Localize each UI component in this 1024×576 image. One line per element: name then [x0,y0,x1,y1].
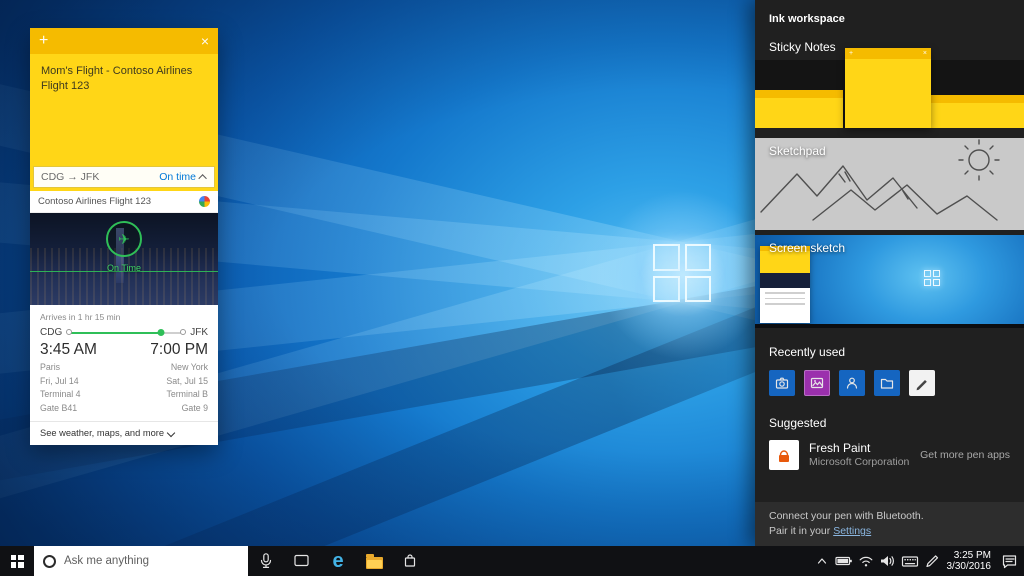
edge-glyph: e [332,551,343,571]
flight-photo: ✈ On Time [30,213,218,305]
chevron-down-icon [167,429,175,437]
mini-windows-logo [924,270,940,286]
sticky-notes-preview[interactable]: +× [755,60,1024,128]
add-note-button[interactable]: + [39,33,48,49]
camera-app-icon[interactable] [769,370,795,396]
sticky-note-window: + × Mom's Flight - Contoso Airlines Flig… [30,28,218,445]
city-row: ParisNew York [30,361,218,375]
mini-taskbar [755,324,1024,328]
arrival-countdown: Arrives in 1 hr 15 min [30,312,218,325]
mini-sticky-note [760,246,810,323]
note-text-line-1: Mom's Flight - Contoso Airlines [41,64,207,79]
suggested-app-publisher: Microsoft Corporation [809,456,909,469]
note-text-line-2: Flight 123 [41,79,207,94]
store-icon[interactable] [392,546,428,576]
flight-progress-track [68,332,184,334]
gate-row: Gate B41Gate 9 [30,402,218,416]
pen-pairing-tip: Connect your pen with Bluetooth. Pair it… [755,502,1024,546]
suggested-app-name: Fresh Paint [809,441,909,456]
plane-status-icon: ✈ [106,221,142,257]
settings-link[interactable]: Settings [833,525,871,537]
close-note-button[interactable]: × [201,33,209,49]
preview-note-left [755,90,843,128]
sticky-note-titlebar: + × [30,28,218,54]
flight-times-row: 3:45 AM 7:00 PM [30,338,218,361]
pen-tip-line-2: Pair it in your Settings [769,524,1010,539]
preview-note-right [930,95,1024,128]
flight-card-header: Contoso Airlines Flight 123 [30,191,218,213]
origin-code: CDG [40,327,62,338]
battery-icon[interactable] [833,546,855,576]
taskbar: Ask me anything e [0,546,1024,576]
flight-insight-wrap: CDG → JFK On time [30,166,218,191]
people-app-icon[interactable] [839,370,865,396]
cortana-icon [43,555,56,568]
flight-insight-bar[interactable]: CDG → JFK On time [33,166,215,188]
window-glow [598,190,768,360]
pen-ink-workspace-icon[interactable] [921,546,943,576]
edge-icon[interactable]: e [320,546,356,576]
date-row: Fri, Jul 14Sat, Jul 15 [30,375,218,389]
start-button[interactable] [0,546,34,576]
arrival-time: 7:00 PM [150,341,208,359]
clock[interactable]: 3:25 PM 3/30/2016 [947,546,992,576]
panel-title: Ink workspace [755,0,1024,25]
departure-time: 3:45 AM [40,341,97,359]
route-progress-row: CDG JFK [30,325,218,338]
screen-sketch-label: Screen sketch [769,241,845,255]
insight-status: On time [159,171,196,183]
search-box[interactable]: Ask me anything [34,546,248,576]
plane-position-dot [158,329,165,336]
windows-logo-window [653,244,711,302]
touch-keyboard-icon[interactable] [899,546,921,576]
screen-sketch-preview[interactable]: Screen sketch [755,235,1024,328]
flight-details-card: Arrives in 1 hr 15 min CDG JFK 3:45 AM 7… [30,305,218,445]
sticky-note-body[interactable]: Mom's Flight - Contoso Airlines Flight 1… [30,54,218,166]
files-app-icon[interactable] [874,370,900,396]
taskbar-spacer [428,546,811,576]
destination-code: JFK [190,327,208,338]
insight-source-icon [199,196,210,207]
file-explorer-icon[interactable] [356,546,392,576]
recently-used-row [755,365,1024,396]
desktop: + × Mom's Flight - Contoso Airlines Flig… [0,0,1024,576]
tray-expand-button[interactable] [811,546,833,576]
suggested-app-row[interactable]: Fresh Paint Microsoft Corporation Get mo… [755,436,1024,470]
ink-workspace-panel: Ink workspace Sticky Notes +× [755,0,1024,546]
tray-date: 3/30/2016 [947,561,992,573]
on-time-badge: On Time [30,263,218,273]
action-center-button[interactable] [998,546,1020,576]
recently-used-label: Recently used [769,345,1010,359]
preview-note-main: +× [845,48,931,128]
suggested-label: Suggested [769,416,1010,430]
chevron-up-icon [198,174,206,182]
terminal-row: Terminal 4Terminal B [30,388,218,402]
folder-icon [366,557,383,569]
fresh-paint-icon [769,440,799,470]
tray-time: 3:25 PM [954,550,991,562]
photos-app-icon[interactable] [804,370,830,396]
see-more-link[interactable]: See weather, maps, and more [30,421,218,445]
microphone-button[interactable] [248,546,284,576]
wifi-icon[interactable] [855,546,877,576]
sketchpad-label: Sketchpad [769,144,826,158]
get-more-pen-apps-link[interactable]: Get more pen apps [920,449,1010,461]
insight-route: CDG → JFK [41,171,99,183]
flight-card-title: Contoso Airlines Flight 123 [38,196,151,207]
search-placeholder: Ask me anything [64,555,149,567]
windows-logo-icon [11,555,24,568]
pen-app-icon[interactable] [909,370,935,396]
sketchpad-preview[interactable]: Sketchpad [755,138,1024,230]
pen-tip-line-1: Connect your pen with Bluetooth. [769,509,1010,524]
task-view-button[interactable] [284,546,320,576]
volume-icon[interactable] [877,546,899,576]
